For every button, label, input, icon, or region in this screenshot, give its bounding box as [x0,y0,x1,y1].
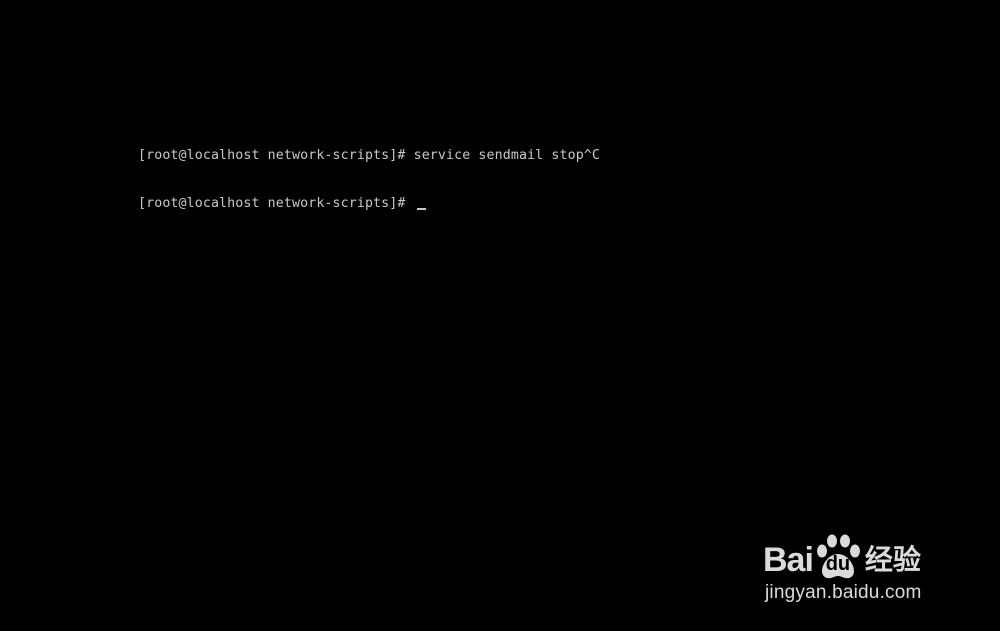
paw-icon: du [814,534,862,580]
watermark-url: jingyan.baidu.com [765,582,922,603]
watermark-brand-cn: 经验 [864,543,921,576]
command-text: service sendmail stop^C [405,148,601,163]
baidu-jingyan-watermark: Bai du 经验 jingyan.baidu.com [763,520,948,610]
text-cursor [416,208,426,210]
terminal-output: [root@localhost network-scripts]# servic… [138,116,600,244]
watermark-brand-latin: Bai [763,541,814,579]
watermark-brand-paw-text: du [825,553,851,575]
shell-prompt: [root@localhost network-scripts]# [138,196,406,211]
console-screen[interactable]: [root@localhost network-scripts]# servic… [0,0,1000,631]
shell-prompt: [root@localhost network-scripts]# [138,148,406,163]
terminal-input-line[interactable]: [root@localhost network-scripts]# [138,196,600,212]
watermark-logo: Bai du 经验 [763,530,921,580]
terminal-line: [root@localhost network-scripts]# servic… [138,148,600,164]
command-input[interactable] [405,196,413,211]
